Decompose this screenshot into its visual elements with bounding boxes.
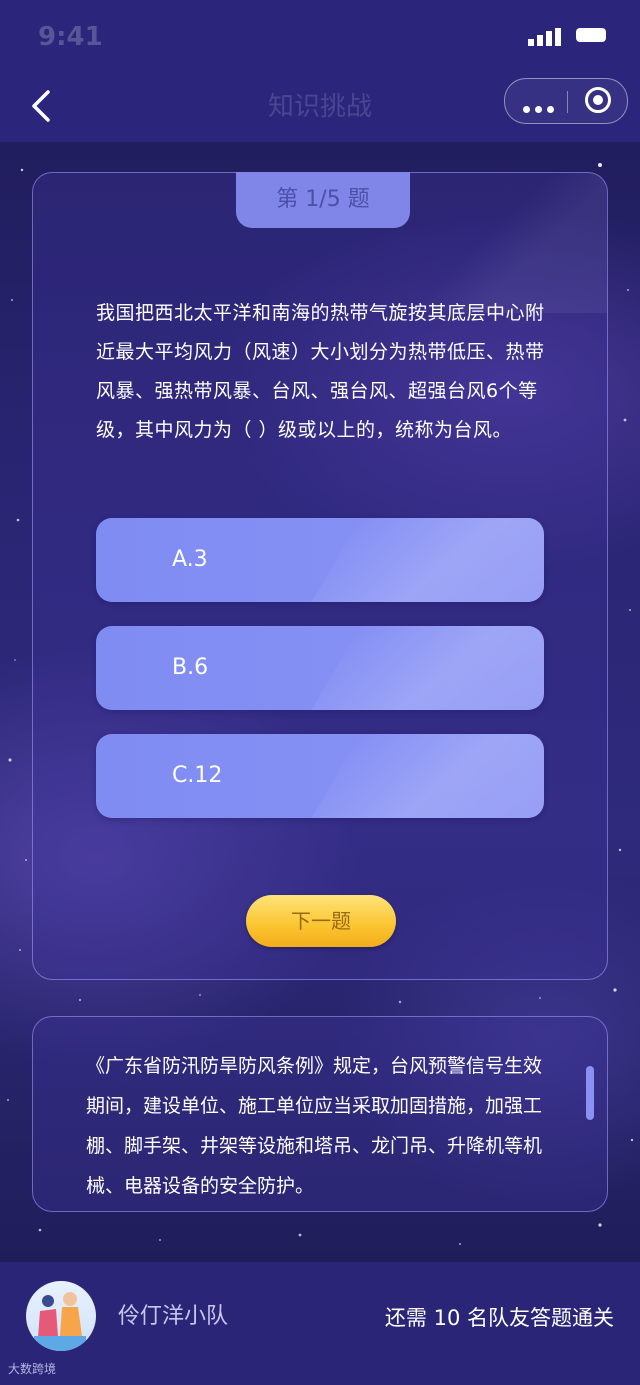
tip-text: 《广东省防汛防旱防风条例》规定，台风预警信号生效期间，建设单位、施工单位应当采取… (86, 1055, 543, 1197)
card-sheen (413, 173, 607, 313)
tip-scrollbar[interactable] (586, 1066, 594, 1120)
watermark: 大数跨境 (8, 1362, 57, 1376)
next-question-button[interactable]: 下一题 (246, 895, 396, 947)
option-a-label: A.3 (172, 547, 208, 572)
battery-icon (576, 28, 606, 42)
close-target-icon[interactable] (585, 87, 611, 113)
option-a-button[interactable]: A.3 (96, 518, 544, 602)
avatar-illustration (34, 1292, 86, 1351)
signal-icon (528, 28, 561, 46)
team-avatar (26, 1281, 96, 1351)
option-c-button[interactable]: C.12 (96, 734, 544, 818)
miniprogram-capsule (504, 78, 628, 124)
more-icon[interactable] (523, 98, 559, 117)
team-name: 伶仃洋小队 (118, 1304, 229, 1329)
option-b-label: B.6 (172, 655, 209, 680)
quiz-page: 9:41 知识挑战 第 1/5 题 我国把西北太平洋和南海的热带气旋按其底层中心… (0, 0, 640, 1385)
capsule-divider (567, 91, 568, 113)
status-time: 9:41 (38, 22, 103, 52)
option-c-label: C.12 (172, 763, 223, 788)
team-status-text: 还需 10 名队友答题通关 (384, 1306, 614, 1330)
question-text: 我国把西北太平洋和南海的热带气旋按其底层中心附近最大平均风力（风速）大小划分为热… (96, 302, 545, 441)
question-progress-tab: 第 1/5 题 (236, 172, 410, 228)
option-b-button[interactable]: B.6 (96, 626, 544, 710)
